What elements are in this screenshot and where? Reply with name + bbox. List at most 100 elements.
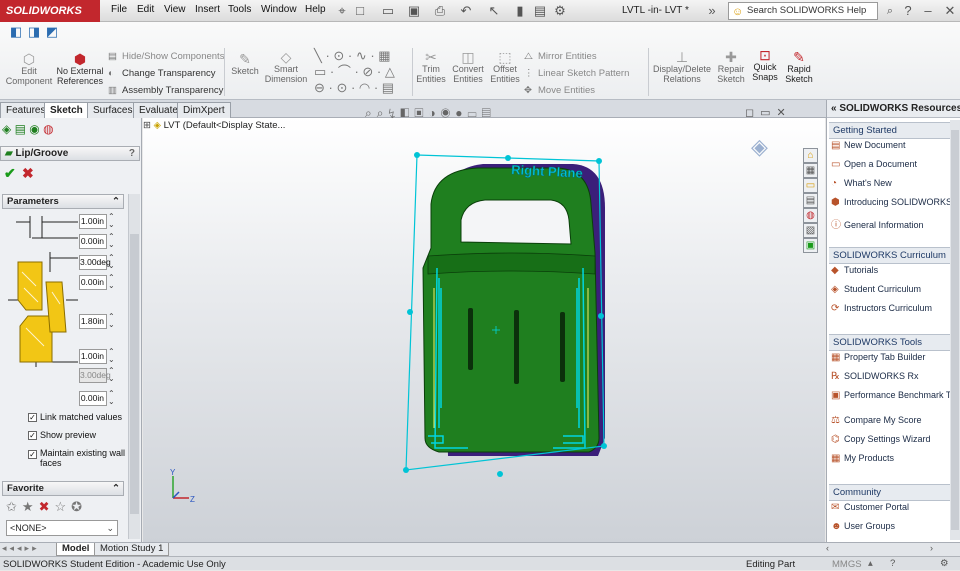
part-icon[interactable]: ◨: [26, 24, 42, 40]
resources-link[interactable]: ▤ New Document: [831, 140, 906, 151]
tab-motion-study[interactable]: Motion Study 1: [94, 543, 170, 556]
file-explorer-icon[interactable]: ▭: [803, 178, 818, 193]
open-icon[interactable]: ▭: [380, 3, 396, 19]
tab-sketch[interactable]: Sketch: [44, 102, 89, 118]
close-icon[interactable]: ✕: [942, 3, 958, 19]
favorite-header[interactable]: Favorite ⌃: [2, 481, 124, 496]
convert-entities-button[interactable]: ◫ Convert Entities: [450, 50, 486, 84]
hide-show-button[interactable]: ▤ Hide/Show Components: [108, 51, 224, 62]
tab-scroll-arrows[interactable]: ◂◂◂▸▸: [2, 543, 40, 554]
resources-section-header[interactable]: Community: [829, 484, 950, 501]
print-icon[interactable]: ⎙: [432, 3, 448, 19]
tab-surfaces[interactable]: Surfaces: [87, 102, 139, 118]
parameter-input[interactable]: 3.00deg: [79, 255, 111, 270]
spin-down-icon[interactable]: ⌄: [108, 375, 115, 383]
show-preview-option[interactable]: ✓ Show preview: [28, 430, 96, 441]
model-canvas[interactable]: Right Plane Y Z: [143, 118, 825, 542]
link-matched-checkbox[interactable]: ✓: [28, 413, 37, 423]
property-manager-icon[interactable]: ▤: [15, 122, 26, 136]
scroll-thumb[interactable]: [951, 130, 959, 530]
scroll-left-icon[interactable]: ‹: [826, 543, 829, 553]
menu-edit[interactable]: Edit: [137, 4, 154, 15]
rect-tools-icon[interactable]: ▭ · ⌒ · ⊘ · △: [314, 64, 410, 80]
status-arrow-icon[interactable]: ▴: [868, 557, 873, 570]
expand-icon[interactable]: »: [704, 3, 720, 19]
maintain-faces-option[interactable]: ✓ Maintain existing wall faces: [28, 448, 128, 468]
assembly-icon[interactable]: ◧: [8, 24, 24, 40]
spin-down-icon[interactable]: ⌄: [108, 321, 115, 329]
scroll-right-icon[interactable]: ›: [930, 543, 933, 553]
resources-link[interactable]: ⚖ Compare My Score: [831, 415, 922, 426]
resources-tab-icon[interactable]: ⌂: [803, 148, 818, 163]
quick-snaps-button[interactable]: ⊡ Quick Snaps: [750, 48, 780, 82]
design-library-icon[interactable]: ▦: [803, 163, 818, 178]
solidworks-forum-icon[interactable]: ▣: [803, 238, 818, 253]
minimize-icon[interactable]: –: [920, 3, 936, 19]
parameter-input[interactable]: 0.00in: [79, 391, 107, 406]
resources-link[interactable]: ⟳ Instructors Curriculum: [831, 303, 932, 314]
favorite-load-icon[interactable]: ✪: [71, 499, 87, 514]
resources-link[interactable]: ▭ Open a Document: [831, 159, 917, 170]
slot-tools-icon[interactable]: ⊖ · ⊙ · ◠ · ▤: [314, 80, 410, 96]
favorite-update-icon[interactable]: ★: [22, 499, 39, 514]
select-icon[interactable]: ↖: [486, 3, 502, 19]
status-settings-icon[interactable]: ⚙: [940, 557, 949, 570]
resources-link[interactable]: ▣Performance Benchmark Test: [831, 390, 950, 401]
line-tools-icon[interactable]: ╲ · ⊙ · ∿ · ▦: [314, 48, 410, 64]
spin-down-icon[interactable]: ⌄: [108, 282, 115, 290]
help-icon[interactable]: ?: [900, 3, 916, 19]
collapse-icon[interactable]: ⌃: [112, 482, 120, 495]
linear-pattern-button[interactable]: ⋮ Linear Sketch Pattern: [524, 68, 629, 79]
search-go-icon[interactable]: ⌕: [882, 3, 898, 19]
spin-down-icon[interactable]: ⌄: [108, 356, 115, 364]
relations-button[interactable]: ⊥ Display/Delete Relations: [652, 50, 712, 84]
scroll-thumb[interactable]: [130, 234, 139, 514]
options-icon[interactable]: ⚙: [552, 3, 568, 19]
parameter-input[interactable]: 0.00in: [79, 275, 107, 290]
resources-link[interactable]: ⬢ Introducing SOLIDWORKS: [831, 197, 950, 208]
spin-down-icon[interactable]: ⌄: [108, 241, 115, 249]
menu-window[interactable]: Window: [261, 4, 297, 15]
change-transparency-button[interactable]: ◐ Change Transparency: [108, 68, 215, 79]
spin-down-icon[interactable]: ⌄: [108, 262, 115, 270]
new-icon[interactable]: □: [352, 3, 368, 19]
parameter-input[interactable]: 1.00in: [79, 214, 107, 229]
panel-scrollbar[interactable]: [128, 194, 140, 539]
resources-link[interactable]: ✉ Customer Portal: [831, 502, 909, 513]
resources-link[interactable]: ◈ Student Curriculum: [831, 284, 921, 295]
move-entities-button[interactable]: ✥ Move Entities: [524, 85, 595, 96]
menu-file[interactable]: File: [111, 4, 127, 15]
resources-link[interactable]: ▦ My Products: [831, 453, 894, 464]
mirror-entities-button[interactable]: ⧍ Mirror Entities: [524, 51, 597, 62]
cancel-x-icon[interactable]: ✖: [22, 165, 34, 182]
pin-icon[interactable]: ⌖: [334, 3, 350, 19]
resources-section-header[interactable]: SOLIDWORKS Tools: [829, 334, 950, 351]
file-properties-icon[interactable]: ▤: [532, 3, 548, 19]
favorite-delete-icon[interactable]: ✖: [39, 499, 55, 514]
ok-check-icon[interactable]: ✔: [4, 165, 16, 182]
resources-link[interactable]: ◔ What's New: [831, 178, 892, 189]
tab-dimxpert[interactable]: DimXpert: [177, 102, 231, 118]
maintain-faces-checkbox[interactable]: ✓: [28, 450, 37, 459]
link-matched-option[interactable]: ✓ Link matched values: [28, 412, 122, 423]
resources-section-header[interactable]: SOLIDWORKS Curriculum: [829, 247, 950, 264]
resources-link[interactable]: ⌬ Copy Settings Wizard: [831, 434, 931, 445]
undo-icon[interactable]: ↶: [458, 3, 474, 19]
search-input[interactable]: ☺ Search SOLIDWORKS Help: [728, 2, 878, 20]
pane-scrollbar[interactable]: [950, 120, 960, 540]
parameter-input[interactable]: 0.00in: [79, 234, 107, 249]
config-manager-icon[interactable]: ◉: [29, 122, 39, 136]
resources-link[interactable]: ▦ Property Tab Builder: [831, 352, 925, 363]
tab-model[interactable]: Model: [56, 543, 96, 556]
help-icon[interactable]: ?: [129, 147, 135, 160]
drawing-icon[interactable]: ◩: [44, 24, 60, 40]
menu-view[interactable]: View: [164, 4, 186, 15]
appearances-icon[interactable]: ◍: [803, 208, 818, 223]
rebuild-icon[interactable]: ▮: [512, 3, 528, 19]
feature-tree-icon[interactable]: ◈: [2, 122, 11, 136]
resources-link[interactable]: ℞ SOLIDWORKS Rx: [831, 371, 919, 382]
favorite-add-icon[interactable]: ✩: [6, 499, 22, 514]
parameters-header[interactable]: Parameters ⌃: [2, 194, 124, 209]
spin-down-icon[interactable]: ⌄: [108, 398, 115, 406]
sketch-entities-group[interactable]: ╲ · ⊙ · ∿ · ▦ ▭ · ⌒ · ⊘ · △ ⊖ · ⊙ · ◠ · …: [314, 48, 410, 96]
